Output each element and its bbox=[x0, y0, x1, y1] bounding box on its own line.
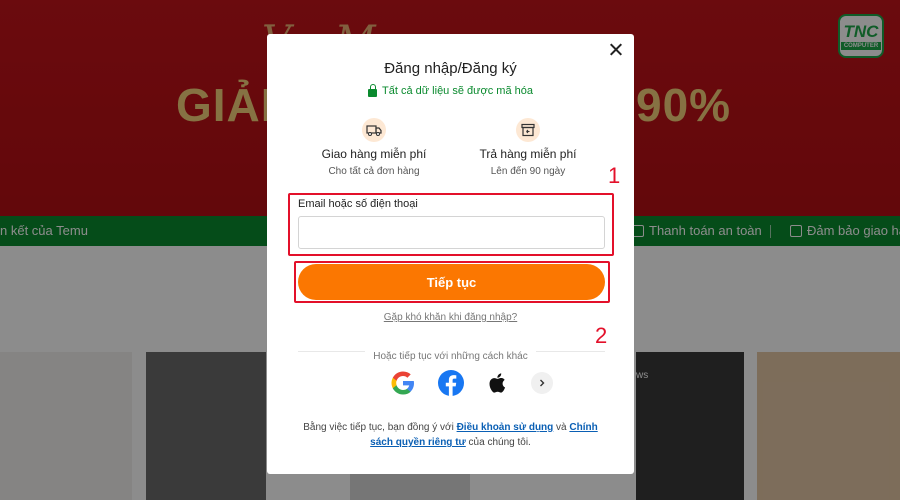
modal-title: Đăng nhập/Đăng ký bbox=[384, 60, 517, 77]
google-icon[interactable] bbox=[388, 368, 418, 398]
terms-middle: và bbox=[553, 422, 570, 433]
chevron-right-icon[interactable] bbox=[531, 372, 553, 394]
terms-suffix: của chúng tôi. bbox=[465, 437, 531, 448]
feature-free-shipping: Giao hàng miễn phí Cho tất cả đơn hàng bbox=[294, 118, 454, 177]
feature-subtitle: Cho tất cả đơn hàng bbox=[328, 166, 420, 177]
terms-prefix: Bằng việc tiếp tục, bạn đồng ý với bbox=[303, 422, 457, 433]
feature-free-returns: Trả hàng miễn phí Lên đến 90 ngày bbox=[448, 118, 608, 177]
apple-icon[interactable] bbox=[483, 368, 513, 398]
secure-note: Tất cả dữ liệu sẽ được mã hóa bbox=[267, 83, 634, 97]
close-icon[interactable] bbox=[606, 40, 626, 60]
secure-note-text: Tất cả dữ liệu sẽ được mã hóa bbox=[382, 85, 533, 97]
annotation-label-2: 2 bbox=[595, 323, 608, 348]
facebook-icon[interactable] bbox=[436, 368, 466, 398]
feature-title: Giao hàng miễn phí bbox=[321, 147, 427, 161]
alt-login-divider-text: Hoặc tiếp tục với những cách khác bbox=[365, 351, 536, 362]
lock-icon bbox=[368, 83, 378, 97]
terms-notice: Bằng việc tiếp tục, bạn đồng ý với Điều … bbox=[297, 420, 604, 450]
annotation-label-1: 1 bbox=[608, 163, 621, 188]
login-help-link[interactable]: Gặp khó khăn khi đăng nhập? bbox=[267, 312, 634, 323]
feature-subtitle: Lên đến 90 ngày bbox=[490, 166, 566, 177]
return-box-icon bbox=[516, 118, 540, 142]
annotation-box-email bbox=[288, 193, 614, 256]
feature-title: Trả hàng miễn phí bbox=[479, 147, 577, 161]
alt-login-divider: Hoặc tiếp tục với những cách khác bbox=[267, 346, 634, 364]
truck-icon bbox=[362, 118, 386, 142]
annotation-box-continue bbox=[294, 261, 610, 303]
terms-of-use-link[interactable]: Điều khoản sử dụng bbox=[457, 422, 554, 433]
